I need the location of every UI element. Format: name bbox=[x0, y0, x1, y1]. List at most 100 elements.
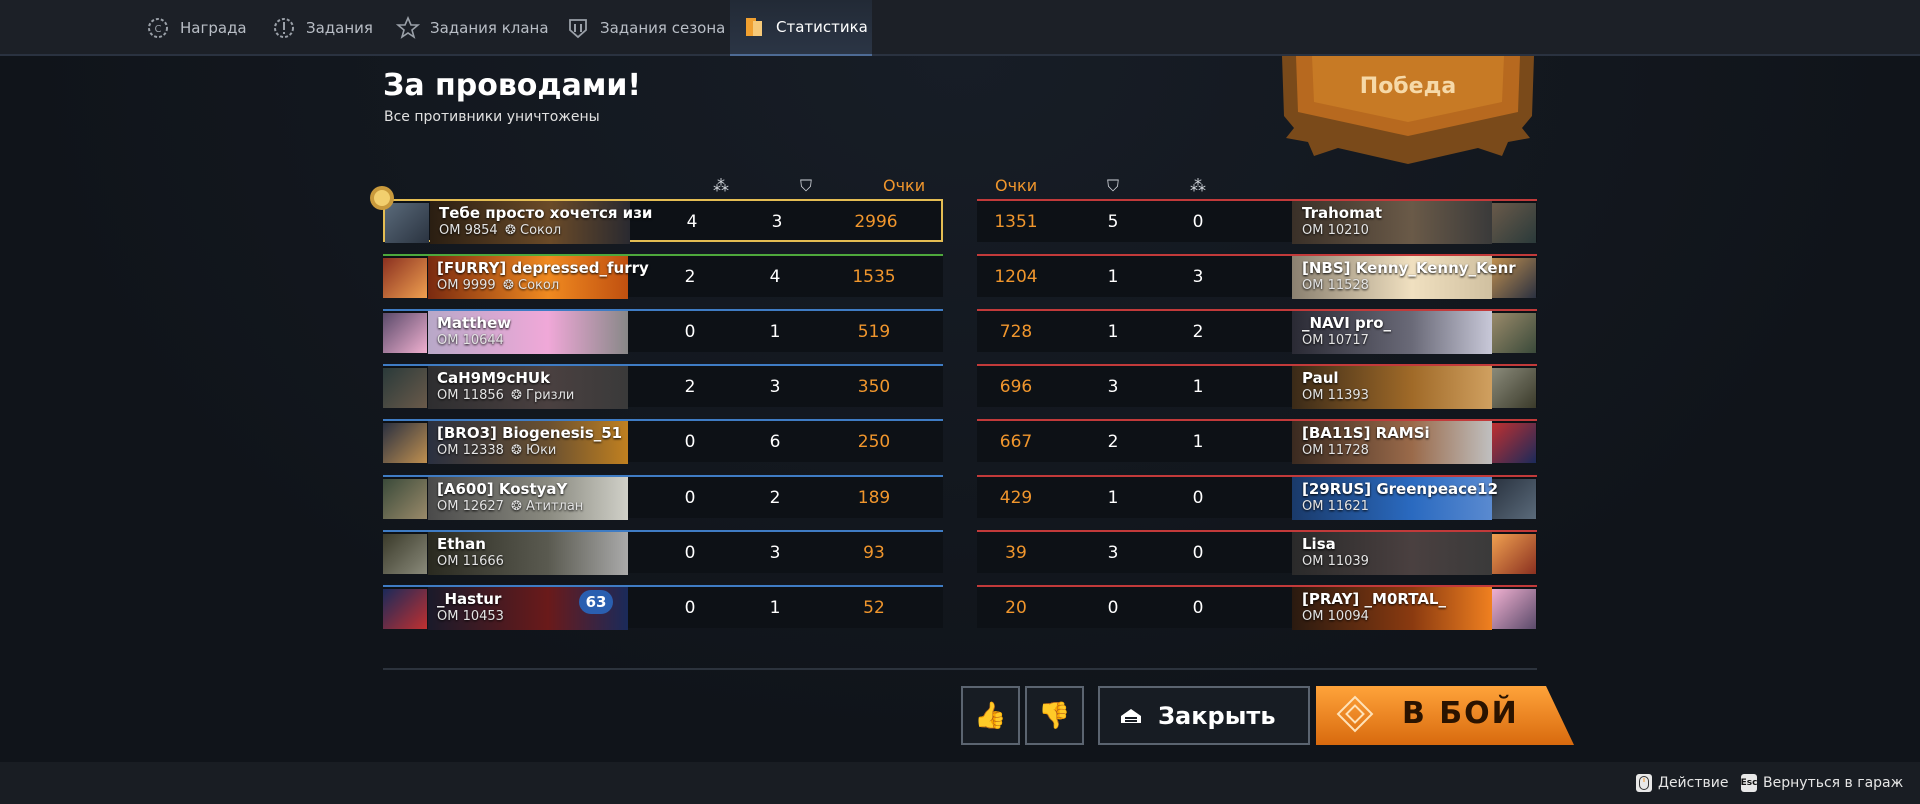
player-rating: ОМ 11621 bbox=[1302, 499, 1369, 514]
stat-score: 1351 bbox=[994, 212, 1038, 232]
team-row[interactable]: [A600] KostyaY ОМ 12627 ❂ Атитлан 0 2 189 bbox=[383, 475, 943, 520]
stat-deaths: 1 bbox=[1107, 488, 1119, 508]
tab-label: Награда bbox=[180, 19, 247, 37]
team-row[interactable]: Trahomat ОМ 10210 1351 5 0 bbox=[977, 199, 1537, 244]
player-rating: ОМ 10644 bbox=[437, 333, 504, 348]
team-row[interactable]: [29RUS] Greenpeace12 ОМ 11621 429 1 0 bbox=[977, 475, 1537, 520]
avatar bbox=[1492, 423, 1536, 463]
tab-statistics[interactable]: Статистика bbox=[730, 0, 872, 56]
team-row[interactable]: Lisa ОМ 11039 39 3 0 bbox=[977, 530, 1537, 575]
team-row[interactable]: _NAVI pro_ ОМ 10717 728 1 2 bbox=[977, 309, 1537, 354]
stat-deaths: 1 bbox=[1107, 322, 1119, 342]
player-rating: ОМ 11039 bbox=[1302, 554, 1369, 569]
avatar bbox=[1492, 368, 1536, 408]
close-button[interactable]: Закрыть bbox=[1098, 686, 1310, 745]
team-row[interactable]: Paul ОМ 11393 696 3 1 bbox=[977, 364, 1537, 409]
player-name: Lisa bbox=[1302, 535, 1336, 553]
avatar bbox=[383, 534, 427, 574]
clan-icon: ❂ bbox=[503, 278, 519, 293]
player-name: CaH9M9cHUk bbox=[437, 369, 551, 387]
team-row[interactable]: CaH9M9cHUk ОМ 11856 ❂ Гризли 2 3 350 bbox=[383, 364, 943, 409]
stat-deaths: 3 bbox=[769, 543, 781, 563]
player-name: [FURRY] depressed_furry bbox=[437, 259, 649, 277]
team-row[interactable]: [FURRY] depressed_furry ОМ 9999 ❂ Сокол 2 4 1… bbox=[383, 254, 943, 299]
player-rating: ОМ 12627 bbox=[437, 499, 504, 514]
team-row[interactable]: Ethan ОМ 11666 0 3 93 bbox=[383, 530, 943, 575]
fight-button[interactable]: В БОЙ bbox=[1316, 686, 1574, 745]
avatar bbox=[383, 479, 427, 519]
tab-clan-tasks[interactable]: Задания клана bbox=[396, 0, 549, 56]
player-name: [NBS] Kenny_Kenny_Kenr bbox=[1302, 259, 1516, 277]
page-title: За проводами! bbox=[383, 68, 642, 103]
level-badge: 63 bbox=[579, 590, 613, 614]
player-rating: ОМ 10717 bbox=[1302, 333, 1369, 348]
team-row[interactable]: [PRAY] _M0RTAL_ ОМ 10094 20 0 0 bbox=[977, 585, 1537, 630]
dislike-button[interactable]: 👎 bbox=[1025, 686, 1084, 745]
victory-banner: Победа bbox=[1282, 56, 1534, 164]
stat-score: 2996 bbox=[854, 212, 898, 232]
thumbs-down-icon: 👎 bbox=[1038, 700, 1071, 731]
stat-deaths: 3 bbox=[769, 377, 781, 397]
player-rating: ОМ 10453 bbox=[437, 609, 504, 624]
tab-season-tasks[interactable]: Задания сезона bbox=[566, 0, 725, 56]
team-row[interactable]: [BRO3] Biogenesis_51 ОМ 12338 ❂ Юки 0 6 250 bbox=[383, 419, 943, 464]
clan-icon: ❂ bbox=[511, 388, 527, 403]
stat-deaths: 5 bbox=[1107, 212, 1119, 232]
player-rating: ОМ 9854 bbox=[439, 223, 498, 238]
stat-kills: 2 bbox=[684, 267, 696, 287]
stat-kills: 0 bbox=[1192, 598, 1204, 618]
stat-deaths: 2 bbox=[769, 488, 781, 508]
stat-kills: 0 bbox=[1192, 488, 1204, 508]
reward-icon: C bbox=[146, 16, 170, 40]
stat-kills: 0 bbox=[684, 488, 696, 508]
svg-text:C: C bbox=[155, 24, 162, 35]
score-header-left: Очки bbox=[883, 176, 926, 195]
avatar bbox=[383, 423, 427, 463]
player-name: [BA11S] RAMSi bbox=[1302, 424, 1430, 442]
clan-name: Сокол bbox=[518, 278, 560, 293]
avatar bbox=[1492, 589, 1536, 629]
player-rating: ОМ 10094 bbox=[1302, 609, 1369, 624]
avatar bbox=[383, 313, 427, 353]
stat-score: 93 bbox=[863, 543, 885, 563]
player-name: Matthew bbox=[437, 314, 512, 332]
team-row[interactable]: Тебе просто хочется изи ОМ 9854 ❂ Сокол 4 3 2… bbox=[383, 199, 943, 244]
avatar bbox=[383, 589, 427, 629]
deaths-shield-icon: ⛉ bbox=[799, 176, 812, 195]
player-rating: ОМ 12338 bbox=[437, 443, 504, 458]
avatar bbox=[1492, 534, 1536, 574]
player-name: [BRO3] Biogenesis_51 bbox=[437, 424, 623, 442]
stat-kills: 1 bbox=[1192, 432, 1204, 452]
statistics-icon bbox=[742, 15, 766, 39]
player-clan: ❂ Юки bbox=[511, 443, 556, 458]
stat-kills: 3 bbox=[1192, 267, 1204, 287]
action-hint[interactable]: Действие bbox=[1636, 762, 1728, 804]
stat-kills: 1 bbox=[1192, 377, 1204, 397]
kills-icon: ⁂ bbox=[1190, 176, 1206, 195]
tab-tasks[interactable]: Задания bbox=[272, 0, 373, 56]
back-to-garage-hint[interactable]: Esc Вернуться в гараж bbox=[1741, 762, 1903, 804]
player-rating: ОМ 11728 bbox=[1302, 443, 1369, 458]
clan-icon: ❂ bbox=[511, 443, 527, 458]
fight-button-label: В БОЙ bbox=[1402, 696, 1519, 731]
stat-kills: 0 bbox=[684, 322, 696, 342]
team-row[interactable]: [NBS] Kenny_Kenny_Kenr ОМ 11528 1204 1 3 bbox=[977, 254, 1537, 299]
stat-score: 1535 bbox=[852, 267, 896, 287]
player-name: Тебе просто хочется изи bbox=[439, 204, 653, 222]
tasks-icon bbox=[272, 16, 296, 40]
stat-score: 250 bbox=[857, 432, 891, 452]
like-button[interactable]: 👍 bbox=[961, 686, 1020, 745]
team-row[interactable]: Matthew ОМ 10644 0 1 519 bbox=[383, 309, 943, 354]
player-rating: ОМ 9999 bbox=[437, 278, 496, 293]
stat-score: 429 bbox=[999, 488, 1033, 508]
player-name: Trahomat bbox=[1302, 204, 1383, 222]
team-row[interactable]: [BA11S] RAMSi ОМ 11728 667 2 1 bbox=[977, 419, 1537, 464]
avatar bbox=[1492, 479, 1536, 519]
avatar bbox=[383, 368, 427, 408]
stat-deaths: 1 bbox=[769, 322, 781, 342]
season-tasks-icon bbox=[566, 16, 590, 40]
tab-reward[interactable]: C Награда bbox=[146, 0, 247, 56]
player-rating: ОМ 11856 bbox=[437, 388, 504, 403]
team-row[interactable]: _Hastur ОМ 10453 63 0 1 52 bbox=[383, 585, 943, 630]
player-name: [PRAY] _M0RTAL_ bbox=[1302, 590, 1446, 608]
